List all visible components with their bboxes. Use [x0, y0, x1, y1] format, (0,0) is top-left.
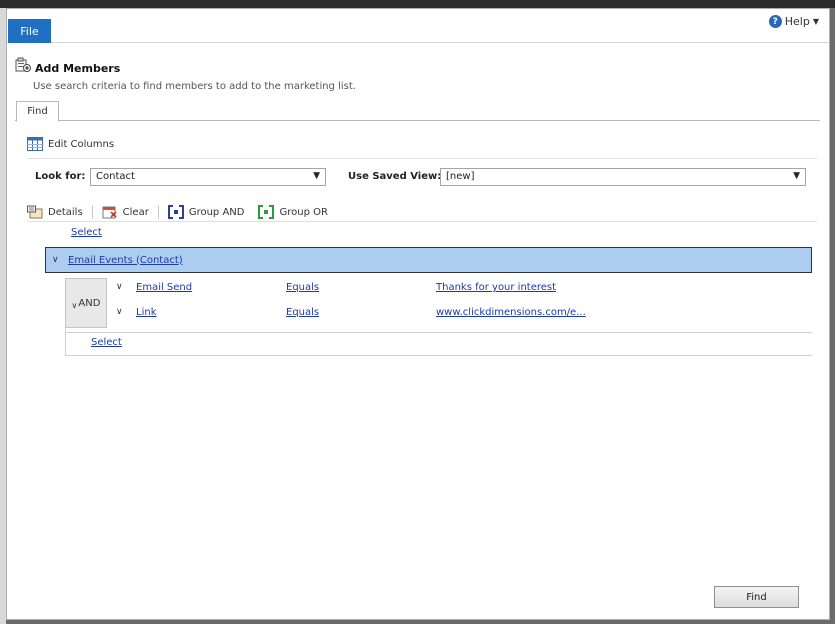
- entity-row[interactable]: ∨ Email Events (Contact): [45, 247, 812, 273]
- query-toolbar: Details Clear Group AND Group OR: [27, 203, 328, 221]
- help-label: Help: [784, 15, 810, 28]
- divider: [65, 355, 812, 356]
- look-for-value: Contact: [96, 171, 135, 182]
- saved-view-value: [new]: [446, 171, 475, 182]
- dropdown-arrow-icon: ▼: [313, 171, 320, 181]
- condition-value[interactable]: www.clickdimensions.com/e...: [436, 307, 586, 318]
- group-or-button[interactable]: Group OR: [258, 205, 328, 219]
- help-icon: ?: [768, 15, 782, 28]
- condition-field[interactable]: Link: [136, 307, 156, 318]
- select-field-link[interactable]: Select: [91, 337, 122, 348]
- saved-view-select[interactable]: [new] ▼: [440, 168, 806, 186]
- edit-columns-icon: [27, 137, 43, 151]
- tab-strip: Find: [15, 101, 820, 122]
- condition-operator[interactable]: Equals: [286, 282, 319, 293]
- divider: [65, 332, 812, 333]
- ribbon-bar: File ? Help ▼: [7, 9, 829, 43]
- clear-icon: [102, 206, 117, 219]
- chevron-down-icon: ∨: [71, 300, 78, 310]
- add-members-dialog: File ? Help ▼ Add Members Use search cri…: [6, 8, 830, 620]
- look-for-label: Look for:: [35, 171, 86, 182]
- edit-columns-button[interactable]: Edit Columns: [27, 137, 114, 151]
- clear-label: Clear: [122, 206, 149, 218]
- find-button[interactable]: Find: [714, 586, 799, 608]
- group-label: AND: [78, 297, 101, 309]
- help-menu[interactable]: ? Help ▼: [768, 15, 819, 28]
- details-button[interactable]: Details: [27, 205, 83, 219]
- clear-button[interactable]: Clear: [102, 205, 149, 219]
- tab-find[interactable]: Find: [16, 101, 59, 122]
- add-members-icon: [15, 57, 31, 72]
- group-or-label: Group OR: [279, 206, 328, 218]
- toolbar-divider: [91, 205, 93, 219]
- group-and-icon: [167, 205, 184, 219]
- dialog-title: Add Members: [35, 62, 121, 75]
- background-app-header: [0, 0, 835, 8]
- details-icon: [27, 205, 43, 219]
- entity-link[interactable]: Email Events (Contact): [68, 255, 183, 266]
- group-or-icon: [258, 205, 275, 219]
- group-and-button[interactable]: Group AND: [167, 205, 245, 219]
- condition-value[interactable]: Thanks for your interest: [436, 282, 556, 293]
- chevron-down-icon: ∨: [52, 255, 59, 265]
- condition-field[interactable]: Email Send: [136, 282, 192, 293]
- toolbar-divider: [157, 205, 159, 219]
- edit-columns-label: Edit Columns: [48, 138, 115, 150]
- divider: [27, 221, 817, 222]
- details-label: Details: [48, 206, 83, 218]
- chevron-down-icon[interactable]: ∨: [116, 282, 123, 292]
- condition-row: ∨ Link Equals www.clickdimensions.com/e.…: [113, 305, 813, 323]
- look-for-select[interactable]: Contact ▼: [90, 168, 326, 186]
- saved-view-label: Use Saved View:: [348, 171, 442, 182]
- divider: [27, 158, 817, 159]
- group-and-box[interactable]: ∨ AND: [65, 278, 107, 328]
- dialog-description: Use search criteria to find members to a…: [33, 81, 356, 92]
- caret-down-icon: ▼: [812, 17, 819, 26]
- divider: [65, 328, 66, 356]
- group-and-label: Group AND: [188, 206, 245, 218]
- dropdown-arrow-icon: ▼: [793, 171, 800, 181]
- chevron-down-icon[interactable]: ∨: [116, 307, 123, 317]
- file-tab[interactable]: File: [8, 19, 51, 43]
- select-entity-link[interactable]: Select: [71, 227, 102, 238]
- condition-row: ∨ Email Send Equals Thanks for your inte…: [113, 280, 813, 298]
- condition-operator[interactable]: Equals: [286, 307, 319, 318]
